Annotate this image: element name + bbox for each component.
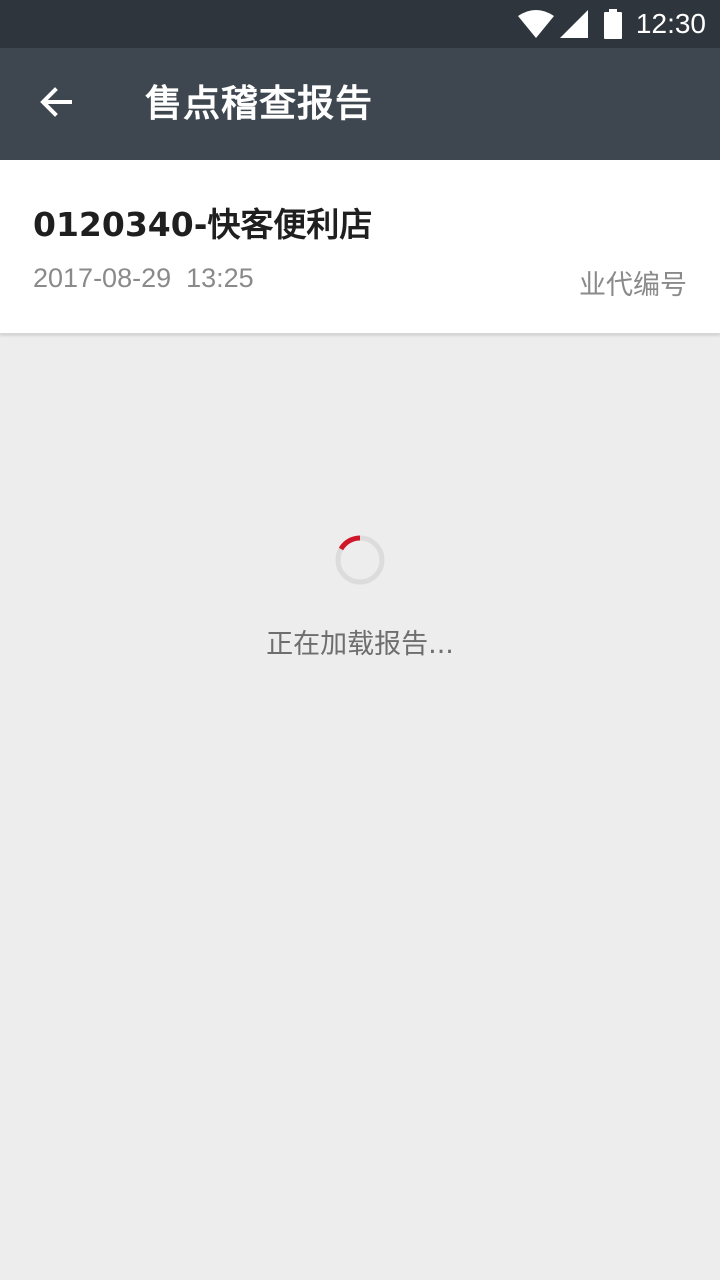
store-info-card: 0120340-快客便利店 [0, 160, 720, 334]
app-toolbar: 售点稽查报告 [0, 48, 720, 160]
store-name: 0120340-快客便利店 [33, 205, 373, 244]
cellular-signal-icon [559, 10, 588, 38]
status-bar: 12:30 [0, 0, 720, 48]
page-title: 售点稽查报告 [145, 82, 373, 125]
back-button[interactable] [20, 68, 92, 140]
inspection-datetime: 2017-08-29 13:25 [33, 263, 254, 293]
status-time: 12:30 [635, 8, 706, 39]
wifi-icon [517, 10, 554, 38]
agent-code-label: 业代编号 [579, 270, 687, 301]
loading-message: 正在加载报告... [266, 629, 454, 660]
status-icons: 12:30 [517, 0, 706, 48]
arrow-left-icon [38, 84, 74, 124]
battery-icon [603, 9, 622, 39]
loading-spinner-icon [335, 535, 385, 585]
